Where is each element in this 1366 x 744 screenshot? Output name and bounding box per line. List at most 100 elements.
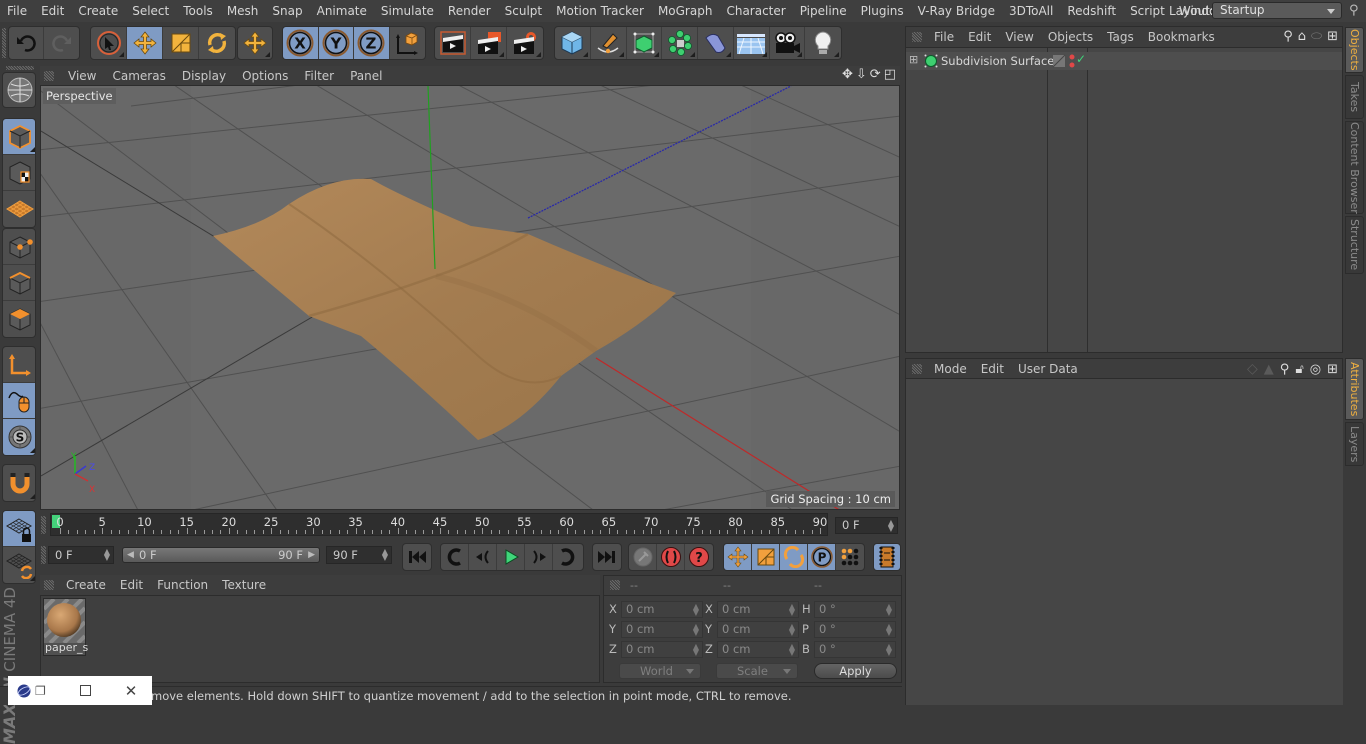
menu-sculpt[interactable]: Sculpt xyxy=(498,0,549,22)
menu-create[interactable]: Create xyxy=(71,0,125,22)
layout-dropdown[interactable]: Startup xyxy=(1212,2,1342,19)
render-settings-button[interactable] xyxy=(507,27,543,59)
search-icon[interactable]: ⚲ xyxy=(1349,3,1359,18)
size-mode-dropdown[interactable]: Scale xyxy=(716,663,798,679)
light-button[interactable] xyxy=(805,27,841,59)
menu-simulate[interactable]: Simulate xyxy=(374,0,441,22)
object-menu-tags[interactable]: Tags xyxy=(1100,30,1141,44)
planar-workplane-button[interactable] xyxy=(3,547,35,583)
material-swatch[interactable]: paper_s xyxy=(43,598,88,656)
spinner-icon[interactable]: ▲ ▼ xyxy=(888,519,894,533)
next-key-button[interactable] xyxy=(553,544,581,570)
spinner-icon[interactable]: ▲ ▼ xyxy=(789,603,795,617)
spinner-icon[interactable]: ▲ ▼ xyxy=(382,548,388,562)
cloner-button[interactable] xyxy=(662,27,698,59)
floor-button[interactable] xyxy=(734,27,770,59)
attribute-menu-user-data[interactable]: User Data xyxy=(1011,362,1085,376)
transport-grip[interactable] xyxy=(41,546,46,564)
menu-script[interactable]: Script xyxy=(1123,0,1172,22)
parameter-key-button[interactable]: P xyxy=(808,544,836,570)
enabled-check-icon[interactable]: ✓ xyxy=(1076,52,1086,66)
tab-content-browser[interactable]: Content Browser xyxy=(1345,121,1364,214)
previous-key-button[interactable] xyxy=(441,544,469,570)
home-icon[interactable]: ⌂ xyxy=(1298,29,1306,44)
timeline-window-button[interactable] xyxy=(874,544,900,570)
menu-character[interactable]: Character xyxy=(719,0,792,22)
menu-v-ray-bridge[interactable]: V-Ray Bridge xyxy=(911,0,1002,22)
recent-tool-button[interactable] xyxy=(238,27,272,59)
visibility-dots-icon[interactable] xyxy=(1068,54,1076,68)
position-field[interactable]: 0 cm ▲ ▼ xyxy=(621,641,703,658)
object-menu-view[interactable]: View xyxy=(998,30,1040,44)
maximize-view-icon[interactable]: ◰ xyxy=(884,67,896,82)
material-menu-function[interactable]: Function xyxy=(150,578,215,592)
position-field[interactable]: 0 cm ▲ ▼ xyxy=(621,601,703,618)
coordinates-grip[interactable] xyxy=(610,580,620,590)
menu-3dtoall[interactable]: 3DToAll xyxy=(1002,0,1060,22)
object-row[interactable]: ⊞ Subdivision Surface ✓ xyxy=(906,52,1342,70)
range-right-arrow-icon[interactable]: ▶ xyxy=(308,548,315,562)
camera-button[interactable] xyxy=(770,27,806,59)
unlock-icon[interactable]: 🔓︎ xyxy=(1295,362,1303,377)
record-active-objects-button[interactable] xyxy=(657,544,685,570)
solo-mode-button[interactable]: S xyxy=(3,419,35,455)
rotation-field[interactable]: 0 ° ▲ ▼ xyxy=(814,621,896,638)
viewport-menu-view[interactable]: View xyxy=(60,69,104,83)
menu-motion-tracker[interactable]: Motion Tracker xyxy=(549,0,651,22)
attribute-menu-mode[interactable]: Mode xyxy=(927,362,974,376)
apply-button[interactable]: Apply xyxy=(814,663,897,679)
locked-workplane-button[interactable] xyxy=(3,511,35,547)
tweak-mode-button[interactable] xyxy=(3,383,35,419)
new-panel-icon[interactable]: ⊞ xyxy=(1327,29,1338,44)
tab-attributes[interactable]: Attributes xyxy=(1345,358,1364,420)
tab-structure[interactable]: Structure xyxy=(1345,216,1364,274)
menu-redshift[interactable]: Redshift xyxy=(1060,0,1123,22)
deformer-button[interactable] xyxy=(698,27,734,59)
spinner-icon[interactable]: ▲ ▼ xyxy=(789,623,795,637)
spinner-icon[interactable]: ▲ ▼ xyxy=(104,548,110,562)
edges-mode-button[interactable] xyxy=(3,265,35,301)
undo-button[interactable] xyxy=(9,27,45,59)
go-to-start-button[interactable] xyxy=(403,544,431,570)
rotation-key-button[interactable] xyxy=(780,544,808,570)
rotate-tool-button[interactable] xyxy=(199,27,235,59)
spinner-icon[interactable]: ▲ ▼ xyxy=(886,643,892,657)
viewport-menu-panel[interactable]: Panel xyxy=(342,69,390,83)
point-level-animation-button[interactable] xyxy=(836,544,864,570)
spinner-icon[interactable]: ▲ ▼ xyxy=(886,623,892,637)
make-editable-button[interactable] xyxy=(3,73,35,107)
scale-key-button[interactable] xyxy=(752,544,780,570)
y-axis-lock-button[interactable]: Y xyxy=(318,27,354,59)
object-menu-file[interactable]: File xyxy=(927,30,961,44)
previous-frame-button[interactable] xyxy=(469,544,497,570)
toolbar-grip[interactable] xyxy=(2,28,6,58)
autokeying-button[interactable]: ? xyxy=(685,544,713,570)
close-icon[interactable]: ✕ xyxy=(125,682,138,700)
subdivision-surface-button[interactable] xyxy=(627,27,663,59)
next-frame-button[interactable] xyxy=(525,544,553,570)
material-menu-create[interactable]: Create xyxy=(59,578,113,592)
menu-mesh[interactable]: Mesh xyxy=(220,0,266,22)
expand-icon[interactable]: ⊞ xyxy=(909,53,918,66)
spinner-icon[interactable]: ▲ ▼ xyxy=(886,603,892,617)
search-icon[interactable]: ⚲ xyxy=(1280,362,1290,377)
attribute-menu-edit[interactable]: Edit xyxy=(974,362,1011,376)
size-field[interactable]: 0 cm ▲ ▼ xyxy=(717,621,799,638)
viewport-menu-filter[interactable]: Filter xyxy=(296,69,342,83)
timeline-grip[interactable] xyxy=(41,516,46,534)
texture-mode-button[interactable] xyxy=(3,155,35,191)
menu-animate[interactable]: Animate xyxy=(310,0,374,22)
live-selection-button[interactable] xyxy=(91,27,127,59)
object-manager-grip[interactable] xyxy=(912,32,922,42)
layer-icon[interactable] xyxy=(1052,54,1066,68)
attribute-manager-grip[interactable] xyxy=(912,363,922,374)
snap-button[interactable] xyxy=(3,465,35,501)
new-panel-icon[interactable]: ⊞ xyxy=(1327,362,1338,377)
go-to-end-button[interactable] xyxy=(593,544,621,570)
search-icon[interactable]: ⚲ xyxy=(1283,29,1293,44)
menu-edit[interactable]: Edit xyxy=(34,0,71,22)
menu-snap[interactable]: Snap xyxy=(265,0,309,22)
redo-button[interactable] xyxy=(44,27,79,59)
end-frame-field[interactable]: 90 F ▲ ▼ xyxy=(326,546,392,564)
range-left-arrow-icon[interactable]: ◀ xyxy=(127,548,134,562)
